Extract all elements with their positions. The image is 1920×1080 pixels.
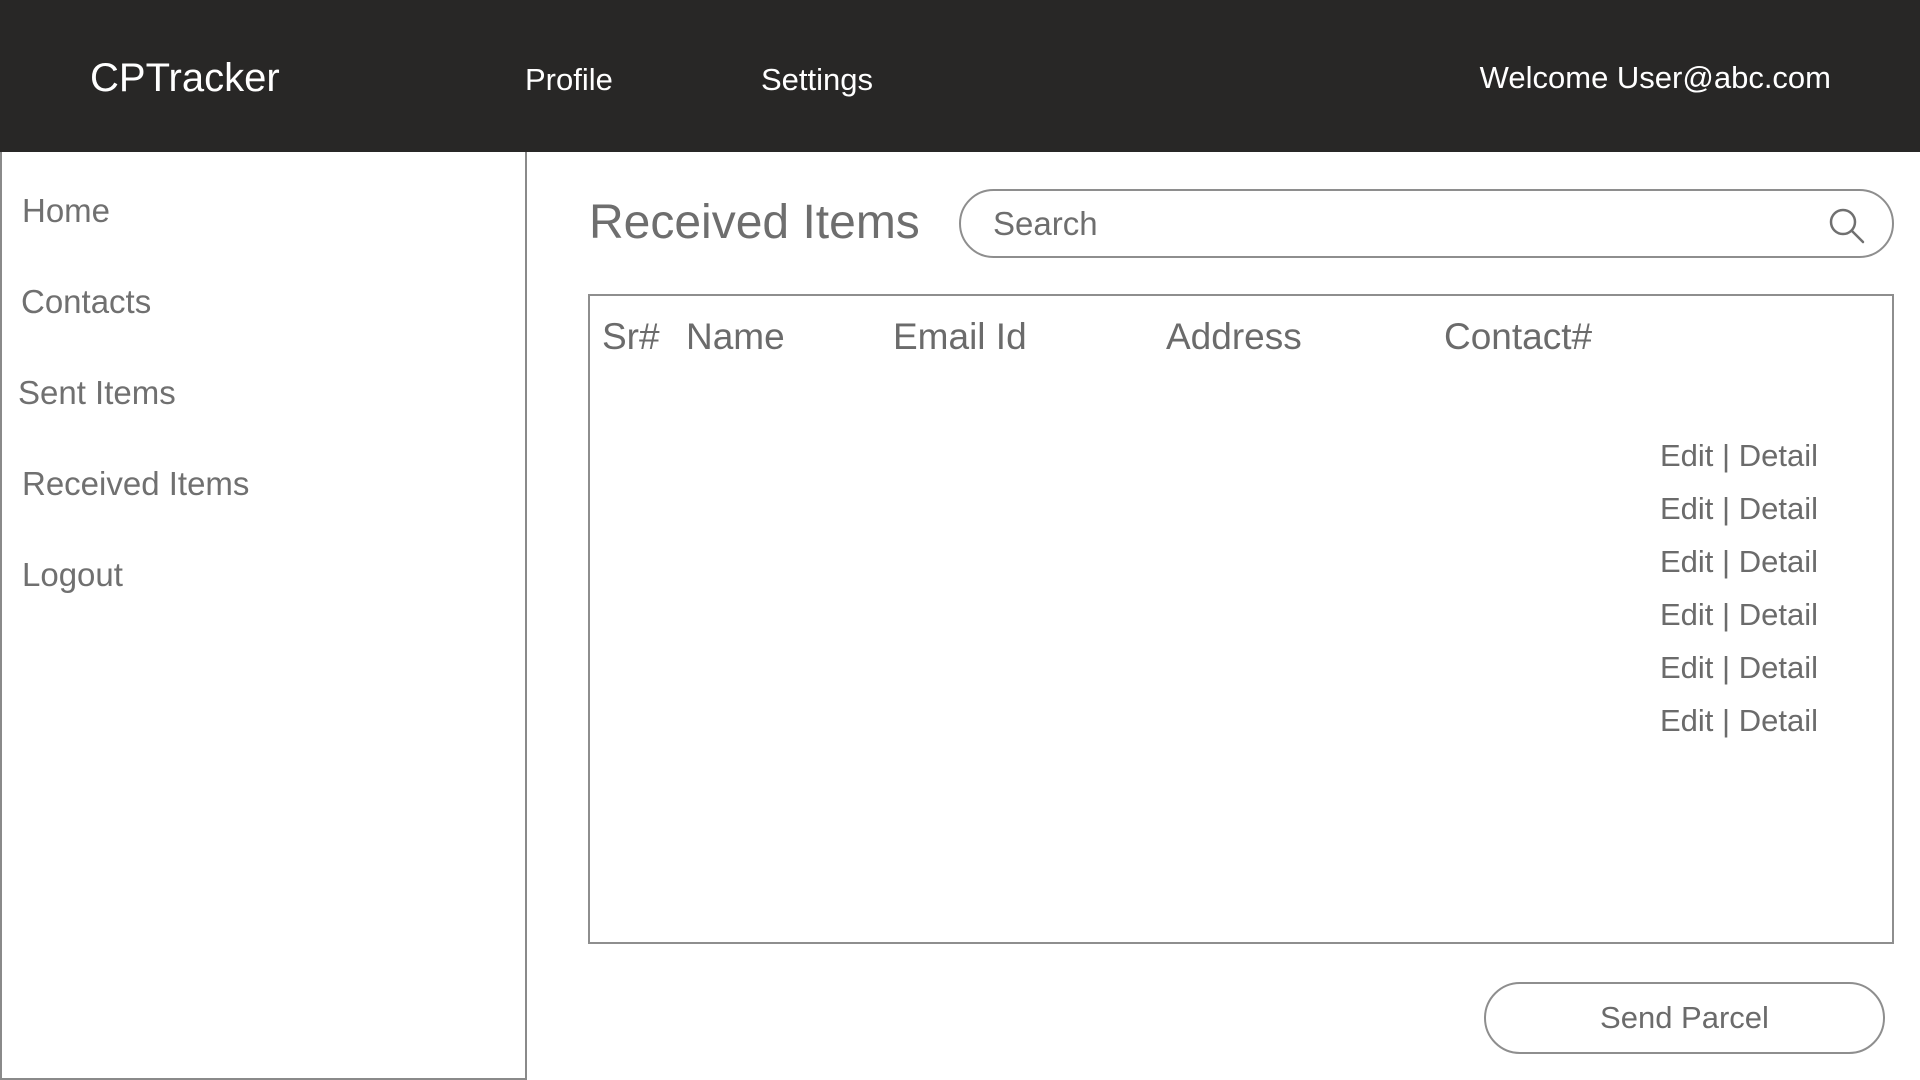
- action-separator: |: [1722, 491, 1731, 526]
- edit-link[interactable]: Edit: [1660, 438, 1713, 473]
- sidebar: Home Contacts Sent Items Received Items …: [0, 152, 527, 1080]
- nav-profile-link[interactable]: Profile: [525, 62, 613, 98]
- column-header-sr: Sr#: [602, 316, 660, 357]
- search-icon[interactable]: [1826, 205, 1866, 245]
- column-header-name: Name: [686, 316, 785, 357]
- column-header-address: Address: [1166, 316, 1302, 357]
- action-separator: |: [1722, 544, 1731, 579]
- detail-link[interactable]: Detail: [1739, 650, 1818, 685]
- edit-link[interactable]: Edit: [1660, 491, 1713, 526]
- sidebar-item-received-items[interactable]: Received Items: [22, 465, 249, 503]
- search-bar: [959, 189, 1894, 258]
- search-input[interactable]: [993, 203, 1813, 245]
- sidebar-item-home[interactable]: Home: [22, 192, 110, 230]
- table-row: Edit | Detail: [1660, 650, 1818, 686]
- detail-link[interactable]: Detail: [1739, 597, 1818, 632]
- detail-link[interactable]: Detail: [1739, 544, 1818, 579]
- send-parcel-button[interactable]: Send Parcel: [1484, 982, 1885, 1054]
- action-separator: |: [1722, 597, 1731, 632]
- page-title: Received Items: [589, 196, 920, 249]
- table-row: Edit | Detail: [1660, 544, 1818, 580]
- edit-link[interactable]: Edit: [1660, 597, 1713, 632]
- sidebar-item-logout[interactable]: Logout: [22, 556, 123, 594]
- detail-link[interactable]: Detail: [1739, 491, 1818, 526]
- column-header-email: Email Id: [893, 316, 1027, 357]
- table-row: Edit | Detail: [1660, 491, 1818, 527]
- table-row: Edit | Detail: [1660, 597, 1818, 633]
- action-separator: |: [1722, 703, 1731, 738]
- edit-link[interactable]: Edit: [1660, 650, 1713, 685]
- column-header-contact: Contact#: [1444, 316, 1593, 357]
- edit-link[interactable]: Edit: [1660, 703, 1713, 738]
- sidebar-item-contacts[interactable]: Contacts: [21, 283, 151, 321]
- sidebar-item-sent-items[interactable]: Sent Items: [18, 374, 176, 412]
- detail-link[interactable]: Detail: [1739, 438, 1818, 473]
- detail-link[interactable]: Detail: [1739, 703, 1818, 738]
- welcome-user-text: Welcome User@abc.com: [1479, 60, 1831, 95]
- action-separator: |: [1722, 650, 1731, 685]
- app-brand[interactable]: CPTracker: [90, 56, 280, 101]
- received-items-table: Sr# Name Email Id Address Contact# Edit …: [588, 294, 1894, 944]
- table-row: Edit | Detail: [1660, 703, 1818, 739]
- top-navbar: CPTracker Profile Settings Welcome User@…: [0, 0, 1920, 152]
- nav-settings-link[interactable]: Settings: [761, 62, 873, 98]
- table-row: Edit | Detail: [1660, 438, 1818, 474]
- edit-link[interactable]: Edit: [1660, 544, 1713, 579]
- action-separator: |: [1722, 438, 1731, 473]
